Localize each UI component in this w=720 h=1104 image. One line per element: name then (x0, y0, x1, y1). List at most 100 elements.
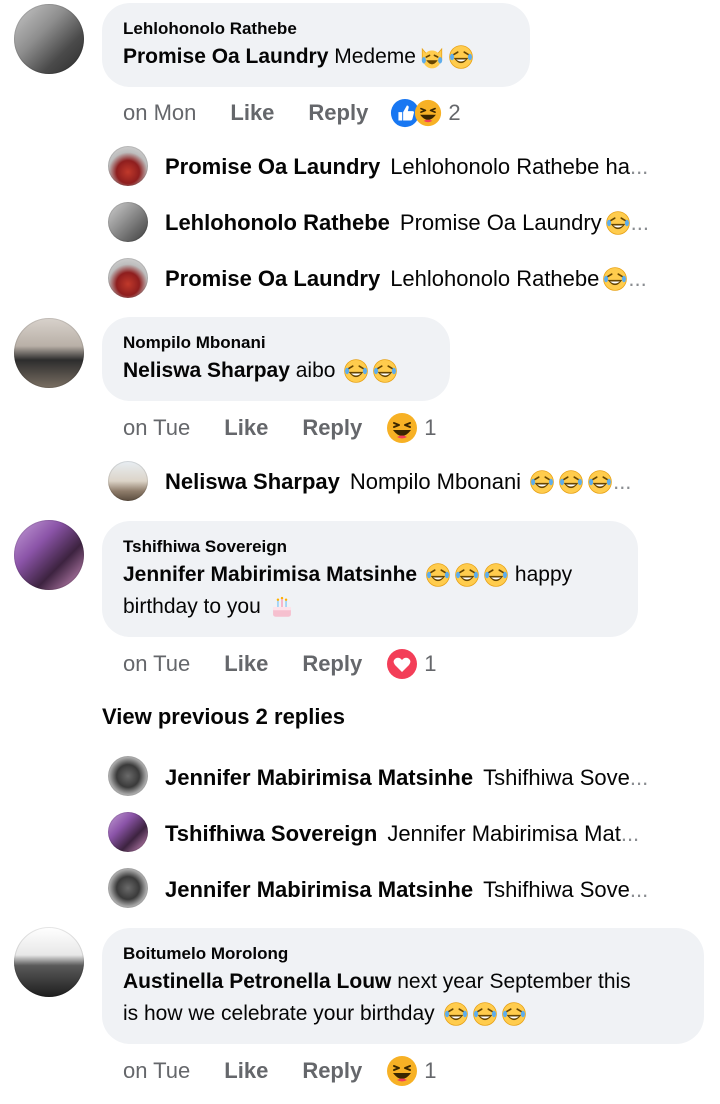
reaction-summary[interactable]: 1 (386, 412, 436, 444)
reaction-count: 2 (448, 100, 461, 125)
mention-link[interactable]: Jennifer Mabirimisa Matsinhe (123, 563, 417, 586)
comment-text: Promise Oa Laundry Medeme (123, 41, 474, 73)
rofl-emoji-icon (529, 469, 555, 495)
comment-bubble: Lehlohonolo Rathebe Promise Oa Laundry M… (102, 3, 530, 87)
reply-author[interactable]: Promise Oa Laundry (165, 266, 380, 292)
reply-preview[interactable]: Neliswa Sharpay Nompilo Mbonani... (165, 469, 680, 495)
reaction-count: 1 (424, 1058, 437, 1083)
rofl-emoji-icon (602, 266, 628, 292)
comment-timestamp[interactable]: on Tue (123, 1058, 190, 1084)
reply-text: Lehlohonolo Rathebe ha (390, 154, 630, 179)
reaction-count: 1 (424, 415, 437, 440)
reply-button[interactable]: Reply (308, 100, 368, 126)
reply-text: Tshifhiwa Sove (483, 765, 630, 790)
comment-timestamp[interactable]: on Mon (123, 100, 196, 126)
rofl-emoji-icon (472, 1001, 498, 1027)
rofl-emoji-icon (483, 562, 509, 588)
rofl-emoji-icon (605, 210, 631, 236)
reply-preview[interactable]: Promise Oa Laundry Lehlohonolo Rathebe..… (165, 266, 680, 292)
avatar[interactable] (108, 756, 148, 796)
reply-text: Lehlohonolo Rathebe (390, 266, 600, 291)
mention-link[interactable]: Promise Oa Laundry (123, 45, 328, 68)
comment-text: Austinella Petronella Louw next year Sep… (123, 966, 693, 1030)
rofl-emoji-icon (343, 358, 369, 384)
comment-actions: on Tue Like Reply 1 (123, 413, 436, 443)
avatar[interactable] (108, 202, 148, 242)
avatar[interactable] (108, 812, 148, 852)
reaction-summary[interactable]: 1 (386, 648, 436, 680)
reply-button[interactable]: Reply (302, 415, 362, 441)
laughing-reaction-icon (414, 99, 442, 127)
laughing-reaction-icon (386, 412, 418, 444)
reply-preview[interactable]: Jennifer Mabirimisa Matsinhe Tshifhiwa S… (165, 877, 680, 903)
avatar[interactable] (14, 927, 84, 997)
comment-actions: on Tue Like Reply 1 (123, 1056, 436, 1086)
reply-ellipsis: ... (630, 210, 649, 235)
rofl-emoji-icon (501, 1001, 527, 1027)
birthday-cake-emoji-icon (269, 594, 295, 620)
avatar[interactable] (108, 461, 148, 501)
reply-ellipsis: ... (629, 765, 649, 790)
comment-bubble: Nompilo Mbonani Neliswa Sharpay aibo (102, 317, 450, 401)
reaction-count: 1 (424, 651, 437, 676)
rofl-emoji-icon (425, 562, 451, 588)
comment-bubble: Tshifhiwa Sovereign Jennifer Mabirimisa … (102, 521, 638, 637)
reaction-summary[interactable]: 2 (390, 98, 461, 128)
rofl-emoji-icon (558, 469, 584, 495)
comment-author[interactable]: Lehlohonolo Rathebe (123, 19, 297, 39)
reply-ellipsis: ... (613, 469, 632, 494)
avatar[interactable] (108, 146, 148, 186)
comment-text: Jennifer Mabirimisa Matsinhe happy birth… (123, 559, 623, 623)
reply-ellipsis: ... (629, 877, 649, 902)
mention-link[interactable]: Austinella Petronella Louw (123, 970, 391, 993)
reply-author[interactable]: Neliswa Sharpay (165, 469, 340, 495)
view-previous-replies-link[interactable]: View previous 2 replies (102, 704, 345, 730)
reply-preview[interactable]: Lehlohonolo Rathebe Promise Oa Laundry..… (165, 210, 680, 236)
reply-author[interactable]: Jennifer Mabirimisa Matsinhe (165, 877, 473, 903)
rofl-emoji-icon (587, 469, 613, 495)
mention-link[interactable]: Neliswa Sharpay (123, 359, 290, 382)
reply-text: Tshifhiwa Sove (483, 877, 630, 902)
reply-text: Nompilo Mbonani (349, 469, 522, 494)
like-button[interactable]: Like (224, 415, 268, 441)
laughing-reaction-icon (386, 1055, 418, 1087)
avatar[interactable] (14, 4, 84, 74)
reply-author[interactable]: Tshifhiwa Sovereign (165, 821, 377, 847)
comment-author[interactable]: Tshifhiwa Sovereign (123, 537, 287, 557)
comment-text-body: next year September this (391, 970, 631, 993)
like-button[interactable]: Like (224, 651, 268, 677)
rofl-emoji-icon (443, 1001, 469, 1027)
reply-ellipsis: ... (629, 154, 649, 179)
comment-text-body: happy (509, 563, 573, 586)
like-button[interactable]: Like (230, 100, 274, 126)
avatar[interactable] (14, 520, 84, 590)
comment-text: Neliswa Sharpay aibo (123, 355, 398, 387)
avatar[interactable] (14, 318, 84, 388)
comment-actions: on Tue Like Reply 1 (123, 649, 436, 679)
comment-timestamp[interactable]: on Tue (123, 415, 190, 441)
like-button[interactable]: Like (224, 1058, 268, 1084)
reply-author[interactable]: Jennifer Mabirimisa Matsinhe (165, 765, 473, 791)
reply-author[interactable]: Promise Oa Laundry (165, 154, 380, 180)
comment-timestamp[interactable]: on Tue (123, 651, 190, 677)
avatar[interactable] (108, 258, 148, 298)
reaction-summary[interactable]: 1 (386, 1055, 436, 1087)
reply-text: Promise Oa Laundry (399, 210, 602, 235)
rofl-emoji-icon (372, 358, 398, 384)
reply-ellipsis: ... (628, 266, 647, 291)
comment-actions: on Mon Like Reply 2 (123, 98, 461, 128)
reply-preview[interactable]: Tshifhiwa Sovereign Jennifer Mabirimisa … (165, 821, 680, 847)
reply-button[interactable]: Reply (302, 1058, 362, 1084)
comment-author[interactable]: Boitumelo Morolong (123, 944, 288, 964)
reply-preview[interactable]: Jennifer Mabirimisa Matsinhe Tshifhiwa S… (165, 765, 680, 791)
reply-button[interactable]: Reply (302, 651, 362, 677)
rofl-emoji-icon (448, 44, 474, 70)
reply-author[interactable]: Lehlohonolo Rathebe (165, 210, 390, 236)
reply-preview[interactable]: Promise Oa Laundry Lehlohonolo Rathebe h… (165, 154, 680, 180)
love-reaction-icon (386, 648, 418, 680)
comment-text-body: birthday to you (123, 595, 261, 618)
avatar[interactable] (108, 868, 148, 908)
reply-ellipsis: ... (620, 821, 640, 846)
rofl-emoji-icon (454, 562, 480, 588)
comment-author[interactable]: Nompilo Mbonani (123, 333, 266, 353)
